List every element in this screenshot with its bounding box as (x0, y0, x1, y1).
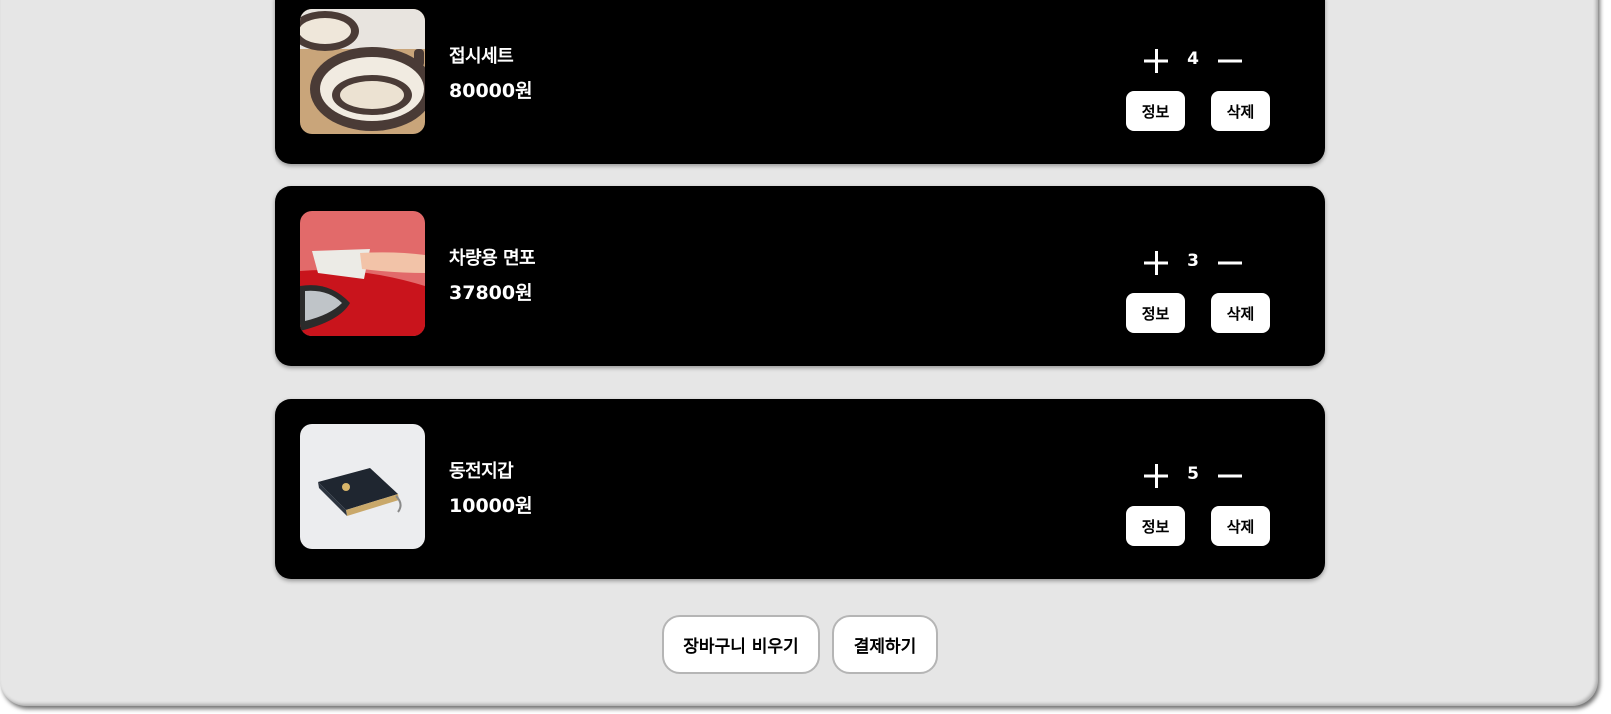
quantity-value: 3 (1187, 251, 1199, 271)
cart-item-card: 동전지갑 10000원 5 정보 삭제 (275, 399, 1325, 579)
item-name: 동전지갑 (449, 461, 514, 482)
item-price: 80000원 (449, 80, 533, 102)
clear-cart-button[interactable]: 장바구니 비우기 (662, 615, 820, 674)
item-name: 차량용 면포 (449, 248, 536, 269)
minus-icon[interactable] (1215, 461, 1245, 491)
quantity-stepper: 4 (1141, 46, 1291, 76)
car-cloth-image (300, 211, 425, 336)
delete-button[interactable]: 삭제 (1211, 506, 1270, 546)
item-price: 10000원 (449, 495, 533, 517)
minus-icon[interactable] (1215, 46, 1245, 76)
delete-button[interactable]: 삭제 (1211, 91, 1270, 131)
dish-set-image (300, 9, 425, 134)
checkout-button[interactable]: 결제하기 (832, 615, 938, 674)
quantity-stepper: 5 (1141, 461, 1291, 491)
plus-icon[interactable] (1141, 46, 1171, 76)
quantity-value: 4 (1187, 49, 1199, 69)
item-price: 37800원 (449, 282, 533, 304)
cart-item-card: 차량용 면포 37800원 3 정보 삭제 (275, 186, 1325, 366)
item-name: 접시세트 (449, 46, 514, 67)
info-button[interactable]: 정보 (1126, 506, 1185, 546)
cart-item-card: 접시세트 80000원 4 정보 삭제 (275, 0, 1325, 164)
quantity-value: 5 (1187, 464, 1199, 484)
plus-icon[interactable] (1141, 248, 1171, 278)
plus-icon[interactable] (1141, 461, 1171, 491)
coin-wallet-image (300, 424, 425, 549)
info-button[interactable]: 정보 (1126, 293, 1185, 333)
info-button[interactable]: 정보 (1126, 91, 1185, 131)
quantity-stepper: 3 (1141, 248, 1291, 278)
delete-button[interactable]: 삭제 (1211, 293, 1270, 333)
minus-icon[interactable] (1215, 248, 1245, 278)
